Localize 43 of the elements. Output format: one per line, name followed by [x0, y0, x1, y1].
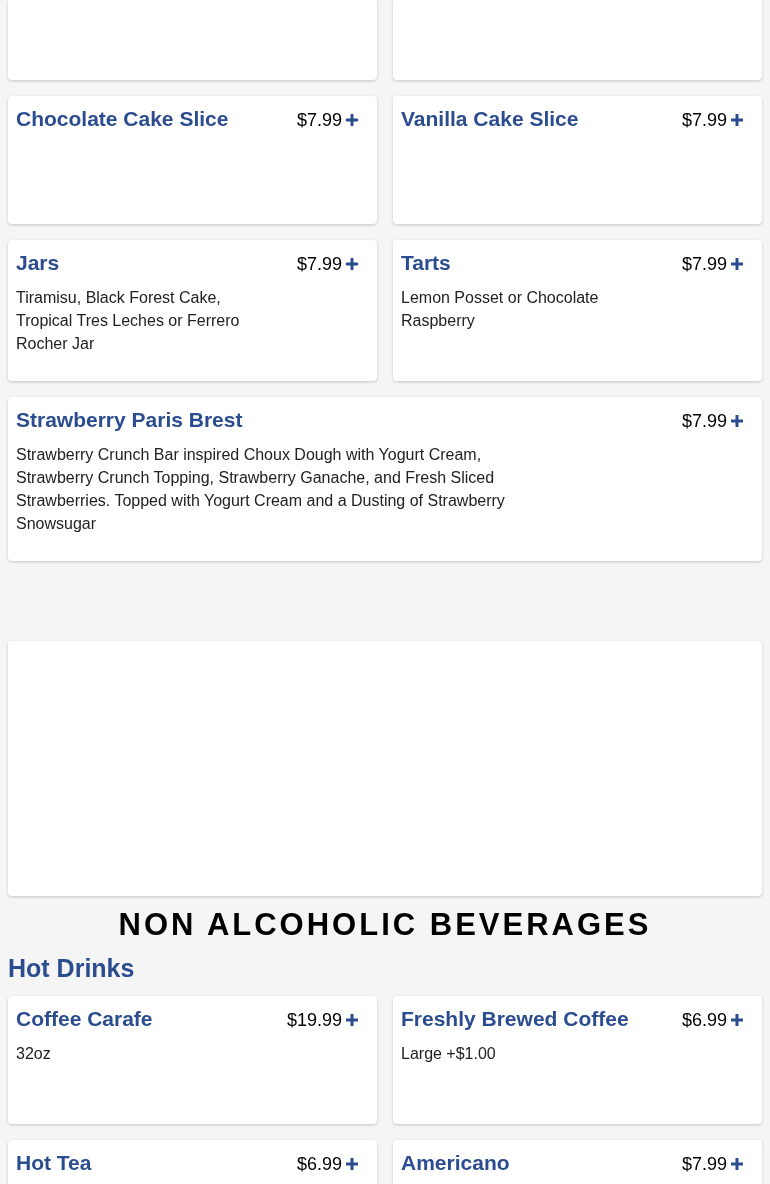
item-price: $7.99: [681, 253, 727, 276]
menu-item-card[interactable]: [8, 397, 762, 561]
item-description: Strawberry Crunch Bar inspired Choux Dough with Yogurt Cream, Strawberry Crunch Topping, Strawberry Ganache, and Fresh Sliced Strawberries. Topped with Yogurt Cream and a Dusting of Strawberry Snowsugar: [16, 445, 506, 534]
item-title: Jars: [16, 250, 61, 276]
item-title: Freshly Brewed Coffee: [401, 1006, 630, 1032]
add-icon[interactable]: [731, 1158, 743, 1170]
menu-item-card[interactable]: Hot Tea $6.99: [8, 1140, 377, 1184]
item-title: Chocolate Cake Slice: [16, 106, 230, 132]
add-icon[interactable]: [346, 114, 358, 126]
menu-item-card[interactable]: Chocolate Cake Slice $7.99: [8, 96, 377, 224]
menu-item-card[interactable]: Americano $7.99: [393, 1140, 762, 1184]
add-icon[interactable]: [346, 258, 358, 270]
item-price: $7.99: [681, 410, 727, 433]
item-price: $19.99: [286, 1009, 342, 1032]
menu-item-card[interactable]: Jars Tiramisu, Black Forest Cake, Tropical Tres Leches or Ferrero Rocher Jar $7.99: [8, 240, 377, 381]
menu-item-card[interactable]: Freshly Brewed Coffee Large +$1.00 $6.99: [393, 996, 762, 1124]
item-description: Tiramisu, Black Forest Cake, Tropical Tres Leches or Ferrero Rocher Jar: [16, 288, 241, 354]
menu-item-card[interactable]: Tarts Lemon Posset or Chocolate Raspberry $7.99: [393, 240, 762, 381]
item-price: $7.99: [296, 109, 342, 132]
item-title: Coffee Carafe: [16, 1006, 154, 1032]
item-price: $7.99: [681, 1153, 727, 1176]
add-icon[interactable]: [731, 114, 743, 126]
item-title: Vanilla Cake Slice: [401, 106, 580, 132]
add-icon[interactable]: [731, 415, 743, 427]
add-icon[interactable]: [346, 1014, 358, 1026]
add-icon[interactable]: [731, 258, 743, 270]
item-price: $6.99: [296, 1153, 342, 1176]
item-description: 32oz: [16, 1044, 52, 1064]
section-heading: NON ALCOHOLIC BEVERAGES: [117, 906, 653, 944]
category-heading: Hot Drinks: [8, 953, 136, 984]
item-description: Large +$1.00: [401, 1044, 497, 1064]
item-title: Americano: [401, 1150, 511, 1176]
menu-item-card[interactable]: Vanilla Cake Slice $7.99: [393, 96, 762, 224]
item-description: Lemon Posset or Chocolate Raspberry: [401, 288, 600, 331]
menu-item-card[interactable]: Coffee Carafe 32oz $19.99: [8, 996, 377, 1124]
item-price: $7.99: [681, 109, 727, 132]
item-price: $7.99: [296, 253, 342, 276]
add-icon[interactable]: [731, 1014, 743, 1026]
item-title: Hot Tea: [16, 1150, 93, 1176]
item-title: Strawberry Paris Brest: [16, 407, 244, 433]
item-title: Tarts: [401, 250, 452, 276]
item-price: $6.99: [681, 1009, 727, 1032]
add-icon[interactable]: [346, 1158, 358, 1170]
